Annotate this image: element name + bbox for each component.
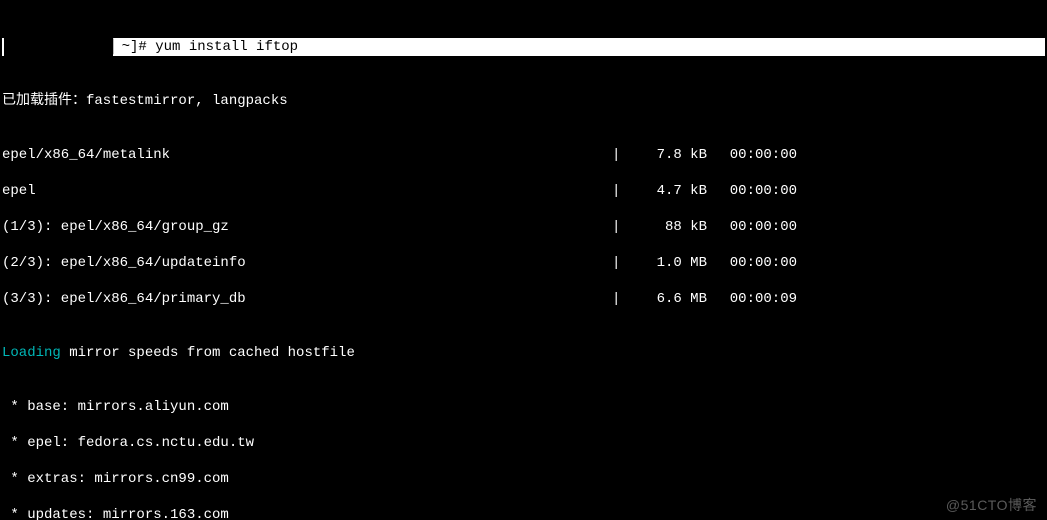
- loading-prefix: Loading: [2, 345, 61, 361]
- fetch-name: epel/x86_64/metalink: [2, 146, 612, 164]
- fetch-name: epel: [2, 182, 612, 200]
- fetch-size: 6.6 MB: [637, 290, 707, 308]
- prompt-suffix: ~]#: [113, 38, 155, 56]
- mirror-line: * extras: mirrors.cn99.com: [2, 470, 1045, 488]
- fetch-sep: |: [612, 146, 637, 164]
- fetch-name: (3/3): epel/x86_64/primary_db: [2, 290, 612, 308]
- mirror-line: * updates: mirrors.163.com: [2, 506, 1045, 520]
- fetch-name: (1/3): epel/x86_64/group_gz: [2, 218, 612, 236]
- fetch-sep: |: [612, 182, 637, 200]
- fetch-row: (2/3): epel/x86_64/updateinfo|1.0 MB00:0…: [2, 254, 1045, 272]
- fetch-sep: |: [612, 290, 637, 308]
- prompt-redacted: [█████ ██████: [4, 38, 113, 56]
- fetch-eta: 00:00:00: [707, 146, 797, 164]
- mirror-line: * base: mirrors.aliyun.com: [2, 398, 1045, 416]
- mirror-line: * epel: fedora.cs.nctu.edu.tw: [2, 434, 1045, 452]
- fetch-eta: 00:00:00: [707, 254, 797, 272]
- fetch-name: (2/3): epel/x86_64/updateinfo: [2, 254, 612, 272]
- prompt-line: [█████ ██████ ~]# yum install iftop: [2, 38, 1045, 56]
- fetch-eta: 00:00:00: [707, 182, 797, 200]
- plugins-line: 已加载插件：fastestmirror, langpacks: [2, 92, 1045, 110]
- terminal-output[interactable]: [█████ ██████ ~]# yum install iftop 已加载插…: [0, 0, 1047, 520]
- fetch-eta: 00:00:00: [707, 218, 797, 236]
- watermark: @51CTO博客: [946, 496, 1037, 514]
- fetch-sep: |: [612, 218, 637, 236]
- fetch-size: 1.0 MB: [637, 254, 707, 272]
- fetch-size: 7.8 kB: [637, 146, 707, 164]
- fetch-row: (1/3): epel/x86_64/group_gz|88 kB00:00:0…: [2, 218, 1045, 236]
- fetch-eta: 00:00:09: [707, 290, 797, 308]
- loading-line: Loading mirror speeds from cached hostfi…: [2, 344, 1045, 362]
- fetch-row: (3/3): epel/x86_64/primary_db|6.6 MB00:0…: [2, 290, 1045, 308]
- fetch-sep: |: [612, 254, 637, 272]
- fetch-row: epel/x86_64/metalink|7.8 kB00:00:00: [2, 146, 1045, 164]
- command-text: yum install iftop: [155, 38, 298, 56]
- fetch-size: 88 kB: [637, 218, 707, 236]
- fetch-size: 4.7 kB: [637, 182, 707, 200]
- loading-rest: mirror speeds from cached hostfile: [61, 345, 355, 361]
- fetch-row: epel|4.7 kB00:00:00: [2, 182, 1045, 200]
